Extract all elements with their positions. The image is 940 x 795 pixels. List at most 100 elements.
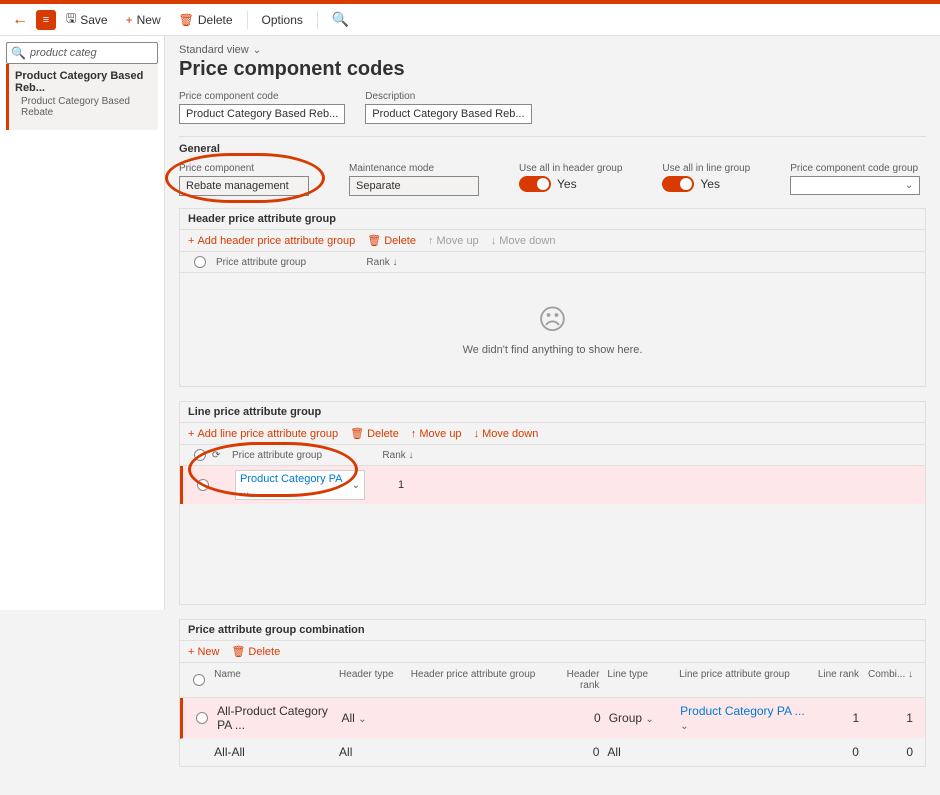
- maintenance-dropdown[interactable]: Separate: [349, 176, 479, 196]
- desc-field[interactable]: Product Category Based Reb...: [365, 104, 531, 124]
- filter-box[interactable]: 🔍: [6, 42, 158, 64]
- use-line-toggle[interactable]: [662, 176, 694, 192]
- combo-col-lrank[interactable]: Line rank: [809, 667, 863, 693]
- plus-icon: +: [126, 13, 133, 27]
- new-button[interactable]: + New: [118, 9, 169, 31]
- combo-col-htype[interactable]: Header type: [335, 667, 407, 693]
- line-row-name: Product Category PA ...: [240, 473, 352, 497]
- general-section-title: General: [179, 143, 926, 155]
- movedown-header-label: Move down: [499, 235, 555, 247]
- use-line-label: Use all in line group: [662, 163, 750, 174]
- select-all-line-radio[interactable]: [194, 449, 206, 461]
- select-all-radio[interactable]: [194, 256, 206, 268]
- arrow-down-icon: ↓: [491, 235, 497, 247]
- trash-icon: 🗑: [350, 427, 364, 440]
- price-component-value: Rebate management: [186, 180, 289, 192]
- page-title: Price component codes: [179, 58, 926, 81]
- combo-select-all[interactable]: [193, 674, 205, 686]
- chevron-down-icon: ⌄: [352, 480, 360, 491]
- maintenance-label: Maintenance mode: [349, 163, 479, 174]
- code-field-label: Price component code: [179, 91, 345, 102]
- combo-row-hrank: 0: [542, 709, 605, 727]
- save-label: Save: [80, 13, 107, 27]
- options-button[interactable]: Options: [254, 9, 311, 31]
- refresh-icon[interactable]: ⟳: [212, 450, 228, 461]
- movedown-header-button[interactable]: ↓ Move down: [491, 235, 556, 247]
- navigation-sidebar: 🔍 Product Category Based Reb... Product …: [0, 36, 165, 610]
- combo-delete-button[interactable]: 🗑 Delete: [231, 645, 280, 658]
- empty-icon: ☹: [180, 303, 925, 336]
- combo-row-lgroup[interactable]: Product Category PA ... ⌄: [676, 702, 809, 734]
- search-icon: 🔍: [11, 46, 26, 60]
- chevron-down-icon: ⌄: [253, 45, 261, 56]
- combo-new-button[interactable]: + New: [188, 646, 219, 658]
- combo-row[interactable]: All-All All 0 All 0 0: [180, 739, 925, 766]
- combo-row-ltype[interactable]: Group ⌄: [605, 709, 676, 727]
- filter-input[interactable]: [30, 47, 153, 59]
- save-button[interactable]: 🖫 Save: [58, 5, 116, 34]
- delete-line-group-button[interactable]: 🗑 Delete: [350, 427, 399, 440]
- combo-row-lrank: 1: [809, 709, 863, 727]
- search-button[interactable]: 🔍: [324, 7, 357, 32]
- combo-col-hrank[interactable]: Header rank: [541, 667, 604, 693]
- use-header-value: Yes: [557, 177, 577, 191]
- add-line-group-label: Add line price attribute group: [197, 428, 338, 440]
- combo-row-lgroup: [675, 750, 809, 754]
- main-content: Standard view ⌄ Price component codes Pr…: [165, 36, 940, 795]
- nav-item-label: Product Category Based Reb...: [15, 70, 152, 94]
- code-group-dropdown[interactable]: ⌄: [790, 176, 920, 195]
- chevron-down-icon: ⌄: [905, 180, 913, 191]
- combo-row-htype[interactable]: All ⌄: [337, 709, 408, 727]
- add-header-group-button[interactable]: + Add header price attribute group: [188, 235, 355, 247]
- combo-row[interactable]: All-Product Category PA ... All ⌄ 0 Grou…: [180, 698, 925, 739]
- combo-row-combi: 1: [863, 709, 917, 727]
- line-row-radio[interactable]: [197, 479, 209, 491]
- plus-icon: +: [188, 428, 194, 440]
- price-component-dropdown[interactable]: Rebate management: [179, 176, 309, 196]
- line-col-name[interactable]: Price attribute group: [228, 450, 368, 461]
- combo-col-ltype[interactable]: Line type: [603, 667, 675, 693]
- empty-message: We didn't find anything to show here.: [463, 344, 643, 356]
- combo-row-radio[interactable]: [196, 712, 208, 724]
- add-line-group-button[interactable]: + Add line price attribute group: [188, 428, 338, 440]
- movedown-line-button[interactable]: ↓ Move down: [474, 428, 539, 440]
- trash-icon: 🗑: [367, 234, 381, 247]
- combination-title: Price attribute group combination: [180, 620, 925, 641]
- moveup-header-label: Move up: [436, 235, 478, 247]
- delete-header-group-button[interactable]: 🗑 Delete: [367, 234, 416, 247]
- line-group-title: Line price attribute group: [180, 402, 925, 423]
- code-field[interactable]: Product Category Based Reb...: [179, 104, 345, 124]
- combo-row-ltype: All: [603, 743, 675, 761]
- trash-icon: 🗑: [179, 13, 194, 27]
- delete-label: Delete: [198, 13, 233, 27]
- line-col-rank[interactable]: Rank ↓: [368, 450, 428, 461]
- line-row-rank: 1: [371, 479, 431, 491]
- combo-col-name[interactable]: Name: [210, 667, 335, 693]
- combo-col-lgroup[interactable]: Line price attribute group: [675, 667, 809, 693]
- view-selector[interactable]: Standard view ⌄: [179, 44, 926, 56]
- back-button[interactable]: ←: [6, 9, 34, 31]
- nav-item-sub: Product Category Based Rebate: [15, 94, 152, 124]
- nav-item-product-category-rebate[interactable]: Product Category Based Reb... Product Ca…: [6, 64, 158, 130]
- line-row-name-dropdown[interactable]: Product Category PA ... ⌄: [235, 470, 365, 500]
- line-row[interactable]: Product Category PA ... ⌄ 1: [180, 466, 925, 504]
- header-col-name[interactable]: Price attribute group: [212, 257, 352, 268]
- movedown-line-label: Move down: [482, 428, 538, 440]
- combo-row-htype: All: [335, 743, 407, 761]
- maintenance-value: Separate: [356, 180, 401, 192]
- arrow-up-icon: ↑: [411, 428, 417, 440]
- combo-row-name: All-All: [210, 743, 335, 761]
- delete-button[interactable]: 🗑 Delete: [171, 9, 241, 31]
- header-col-rank[interactable]: Rank ↓: [352, 257, 412, 268]
- arrow-down-icon: ↓: [474, 428, 480, 440]
- combo-row-name: All-Product Category PA ...: [213, 702, 337, 734]
- add-header-group-label: Add header price attribute group: [197, 235, 355, 247]
- moveup-line-button[interactable]: ↑ Move up: [411, 428, 462, 440]
- use-header-toggle[interactable]: [519, 176, 551, 192]
- app-icon: ≡: [36, 10, 56, 30]
- combo-col-hgroup[interactable]: Header price attribute group: [407, 667, 541, 693]
- delete-header-group-label: Delete: [384, 235, 416, 247]
- combo-col-combi[interactable]: Combi... ↓: [863, 667, 917, 693]
- new-label: New: [137, 13, 161, 27]
- moveup-header-button[interactable]: ↑ Move up: [428, 235, 479, 247]
